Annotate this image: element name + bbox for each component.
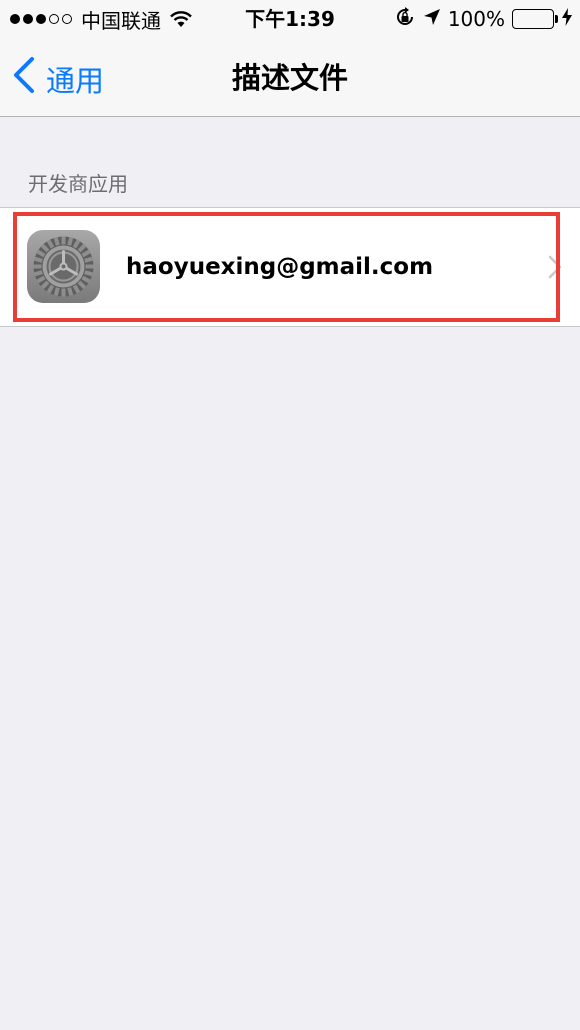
signal-dot-full: [23, 14, 33, 24]
status-left: 中国联通: [10, 5, 193, 33]
status-right: 100%: [387, 5, 572, 33]
battery-percent: 100%: [447, 7, 505, 31]
profile-list: haoyuexing@gmail.com: [0, 207, 580, 327]
wifi-icon: [169, 10, 193, 28]
carrier-name: 中国联通: [81, 8, 161, 33]
chevron-right-icon: [548, 255, 562, 283]
signal-dot-full: [10, 14, 20, 24]
profile-label: haoyuexing@gmail.com: [126, 254, 434, 280]
section-header: 开发商应用: [28, 172, 128, 196]
signal-dot-empty: [62, 14, 72, 24]
chevron-left-icon: [12, 56, 46, 101]
charging-bolt-icon: [562, 7, 572, 31]
battery-icon: [512, 9, 558, 29]
status-bar: 中国联通 下午1:39 100%: [0, 0, 580, 40]
back-label: 通用: [46, 63, 105, 98]
navigation-bar: 通用 描述文件: [0, 40, 580, 117]
settings-gear-icon: [27, 230, 100, 303]
back-button[interactable]: 通用: [12, 40, 104, 117]
profile-row[interactable]: haoyuexing@gmail.com: [0, 208, 580, 326]
rotation-lock-icon: [394, 6, 416, 33]
location-arrow-icon: [423, 7, 441, 31]
signal-dot-empty: [49, 14, 59, 24]
signal-dot-full: [36, 14, 46, 24]
